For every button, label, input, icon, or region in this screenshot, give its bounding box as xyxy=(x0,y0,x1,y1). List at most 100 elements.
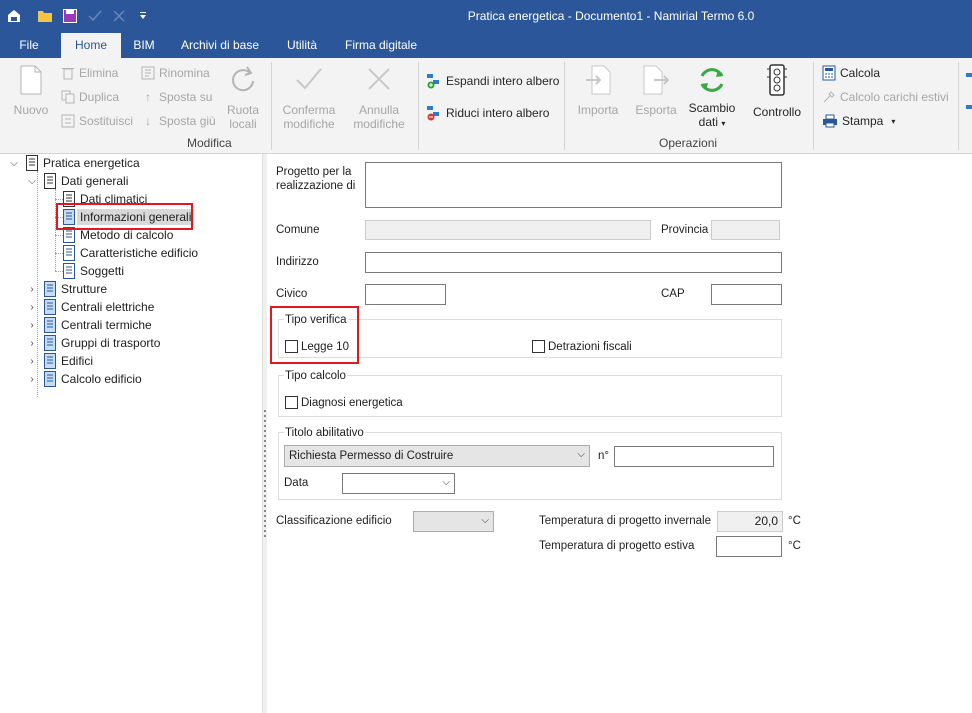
chevron-right-icon[interactable]: › xyxy=(27,320,37,331)
cancel-changes-button[interactable]: Annulla modifiche xyxy=(348,64,410,131)
tree-item-centrali-elettriche[interactable]: Centrali elettriche xyxy=(42,298,157,316)
splitter-grip xyxy=(264,425,266,427)
temp-estiva-unit: °C xyxy=(788,540,801,552)
rotate-rooms-button[interactable]: Ruota locali xyxy=(222,64,264,131)
civico-label: Civico xyxy=(276,288,308,300)
highlight-box xyxy=(270,306,359,364)
tree-item-edifici[interactable]: Edifici xyxy=(42,352,96,370)
tree-item-centrali-termiche[interactable]: Centrali termiche xyxy=(42,316,155,334)
provincia-input[interactable] xyxy=(711,220,780,240)
tree-item-calcolo-edificio[interactable]: Calcolo edificio xyxy=(42,370,145,388)
splitter-grip xyxy=(264,430,266,432)
tree-item-pratica[interactable]: Pratica energetica xyxy=(24,154,143,172)
numero-input[interactable] xyxy=(614,446,774,467)
tree-item-gruppi-trasporto[interactable]: Gruppi di trasporto xyxy=(42,334,163,352)
comune-input[interactable] xyxy=(365,220,651,240)
tab-home[interactable]: Home xyxy=(61,33,121,58)
tab-file[interactable]: File xyxy=(0,33,58,58)
chevron-right-icon[interactable]: › xyxy=(27,374,37,385)
tree-item-label: Soggetti xyxy=(80,264,125,278)
ribbon-separator xyxy=(418,62,419,150)
collapse-tree-label: Riduci intero albero xyxy=(446,106,550,120)
progetto-input[interactable] xyxy=(365,162,782,208)
arrow-down-icon: ↓ xyxy=(145,114,151,128)
provincia-label: Provincia xyxy=(661,224,709,236)
splitter-grip xyxy=(264,520,266,522)
detrazioni-label: Detrazioni fiscali xyxy=(548,340,632,353)
splitter-grip xyxy=(264,525,266,527)
general-info-form: Progetto per la realizzazione di Comune … xyxy=(267,154,972,713)
cap-input[interactable] xyxy=(711,284,782,305)
ribbon-separator xyxy=(813,62,814,150)
rename-icon xyxy=(141,66,155,80)
tree-item-soggetti[interactable]: Soggetti xyxy=(61,262,127,280)
move-up-button[interactable]: ↑ Sposta su xyxy=(141,88,212,106)
confirm-changes-button[interactable]: Conferma modifiche xyxy=(278,64,340,131)
rename-label: Rinomina xyxy=(159,66,210,80)
titolo-select[interactable]: Richiesta Permesso di Costruire ⌵ xyxy=(284,445,590,467)
collapse-tree-button[interactable]: Riduci intero albero xyxy=(426,104,549,122)
print-button[interactable]: Stampa ▾ xyxy=(822,112,895,130)
expand-tree-label: Espandi intero albero xyxy=(446,74,560,88)
tree-item-label: Edifici xyxy=(61,354,94,368)
printer-icon xyxy=(823,114,837,128)
temp-invernale-input[interactable]: 20,0 xyxy=(717,511,783,532)
tree-item-caratteristiche-edificio[interactable]: Caratteristiche edificio xyxy=(61,244,201,262)
export-button[interactable]: Esporta xyxy=(630,64,682,117)
splitter-grip xyxy=(264,480,266,482)
splitter-grip xyxy=(264,435,266,437)
chevron-right-icon[interactable]: › xyxy=(27,302,37,313)
comune-label: Comune xyxy=(276,224,320,236)
tree-item-label: Caratteristiche edificio xyxy=(80,246,199,260)
check-label: Controllo xyxy=(752,105,802,119)
data-exchange-button[interactable]: Scambio dati ▾ xyxy=(684,64,740,131)
tree-item-strutture[interactable]: Strutture xyxy=(42,280,110,298)
import-button[interactable]: Importa xyxy=(572,64,624,117)
tab-firma-digitale[interactable]: Firma digitale xyxy=(336,33,426,58)
tab-utilita[interactable]: Utilità xyxy=(278,33,326,58)
splitter-grip xyxy=(264,535,266,537)
trash-icon xyxy=(62,68,74,80)
classificazione-select[interactable]: ⌵ xyxy=(413,511,494,532)
chevron-right-icon[interactable]: › xyxy=(27,284,37,295)
replace-button[interactable]: Sostituisci xyxy=(61,112,133,130)
chevron-down-icon[interactable]: ⌵ xyxy=(9,158,19,169)
check-button[interactable]: Controllo xyxy=(747,64,807,119)
classificazione-label: Classificazione edificio xyxy=(276,515,392,527)
splitter-grip xyxy=(264,515,266,517)
tipo-calcolo-legend: Tipo calcolo xyxy=(284,370,347,382)
chevron-down-icon[interactable]: ⌵ xyxy=(27,176,37,187)
document-icon xyxy=(26,155,38,171)
duplicate-button[interactable]: Duplica xyxy=(61,88,119,106)
temp-invernale-label: Temperatura di progetto invernale xyxy=(539,515,711,527)
data-label: Data xyxy=(284,477,309,489)
calculate-button[interactable]: Calcola xyxy=(822,64,880,82)
indirizzo-input[interactable] xyxy=(365,252,782,273)
rotate-label-2: locali xyxy=(229,117,257,131)
import-label: Importa xyxy=(577,103,619,117)
new-button[interactable]: Nuovo xyxy=(8,64,54,117)
rotate-label-1: Ruota xyxy=(226,103,260,117)
partial-ribbon-icon[interactable] xyxy=(964,104,972,121)
tab-archivi[interactable]: Archivi di base xyxy=(172,33,268,58)
data-picker[interactable]: ⌵ xyxy=(342,473,455,494)
rename-button[interactable]: Rinomina xyxy=(141,64,210,82)
tree-item-dati-generali[interactable]: Dati generali xyxy=(42,172,131,190)
project-tree: ⌵ Pratica energetica ⌵ Dati generali Dat… xyxy=(0,154,262,713)
window-title: Pratica energetica - Documento1 - Namiri… xyxy=(467,9,755,23)
expand-tree-button[interactable]: Espandi intero albero xyxy=(426,72,559,90)
tab-bim[interactable]: BIM xyxy=(124,33,164,58)
partial-ribbon-icon[interactable] xyxy=(964,72,972,89)
chevron-right-icon[interactable]: › xyxy=(27,356,37,367)
temp-estiva-input[interactable] xyxy=(716,536,782,557)
delete-button[interactable]: Elimina xyxy=(61,64,118,82)
detrazioni-checkbox[interactable]: Detrazioni fiscali xyxy=(532,340,632,353)
arrow-up-icon: ↑ xyxy=(145,90,151,104)
tree-item-label: Calcolo edificio xyxy=(61,372,142,386)
diagnosi-checkbox[interactable]: Diagnosi energetica xyxy=(285,396,403,409)
data-exchange-label-1: Scambio xyxy=(688,101,736,115)
chevron-right-icon[interactable]: › xyxy=(27,338,37,349)
civico-input[interactable] xyxy=(365,284,446,305)
move-down-button[interactable]: ↓ Sposta giù xyxy=(141,112,216,130)
summer-loads-button[interactable]: Calcolo carichi estivi xyxy=(822,88,949,106)
